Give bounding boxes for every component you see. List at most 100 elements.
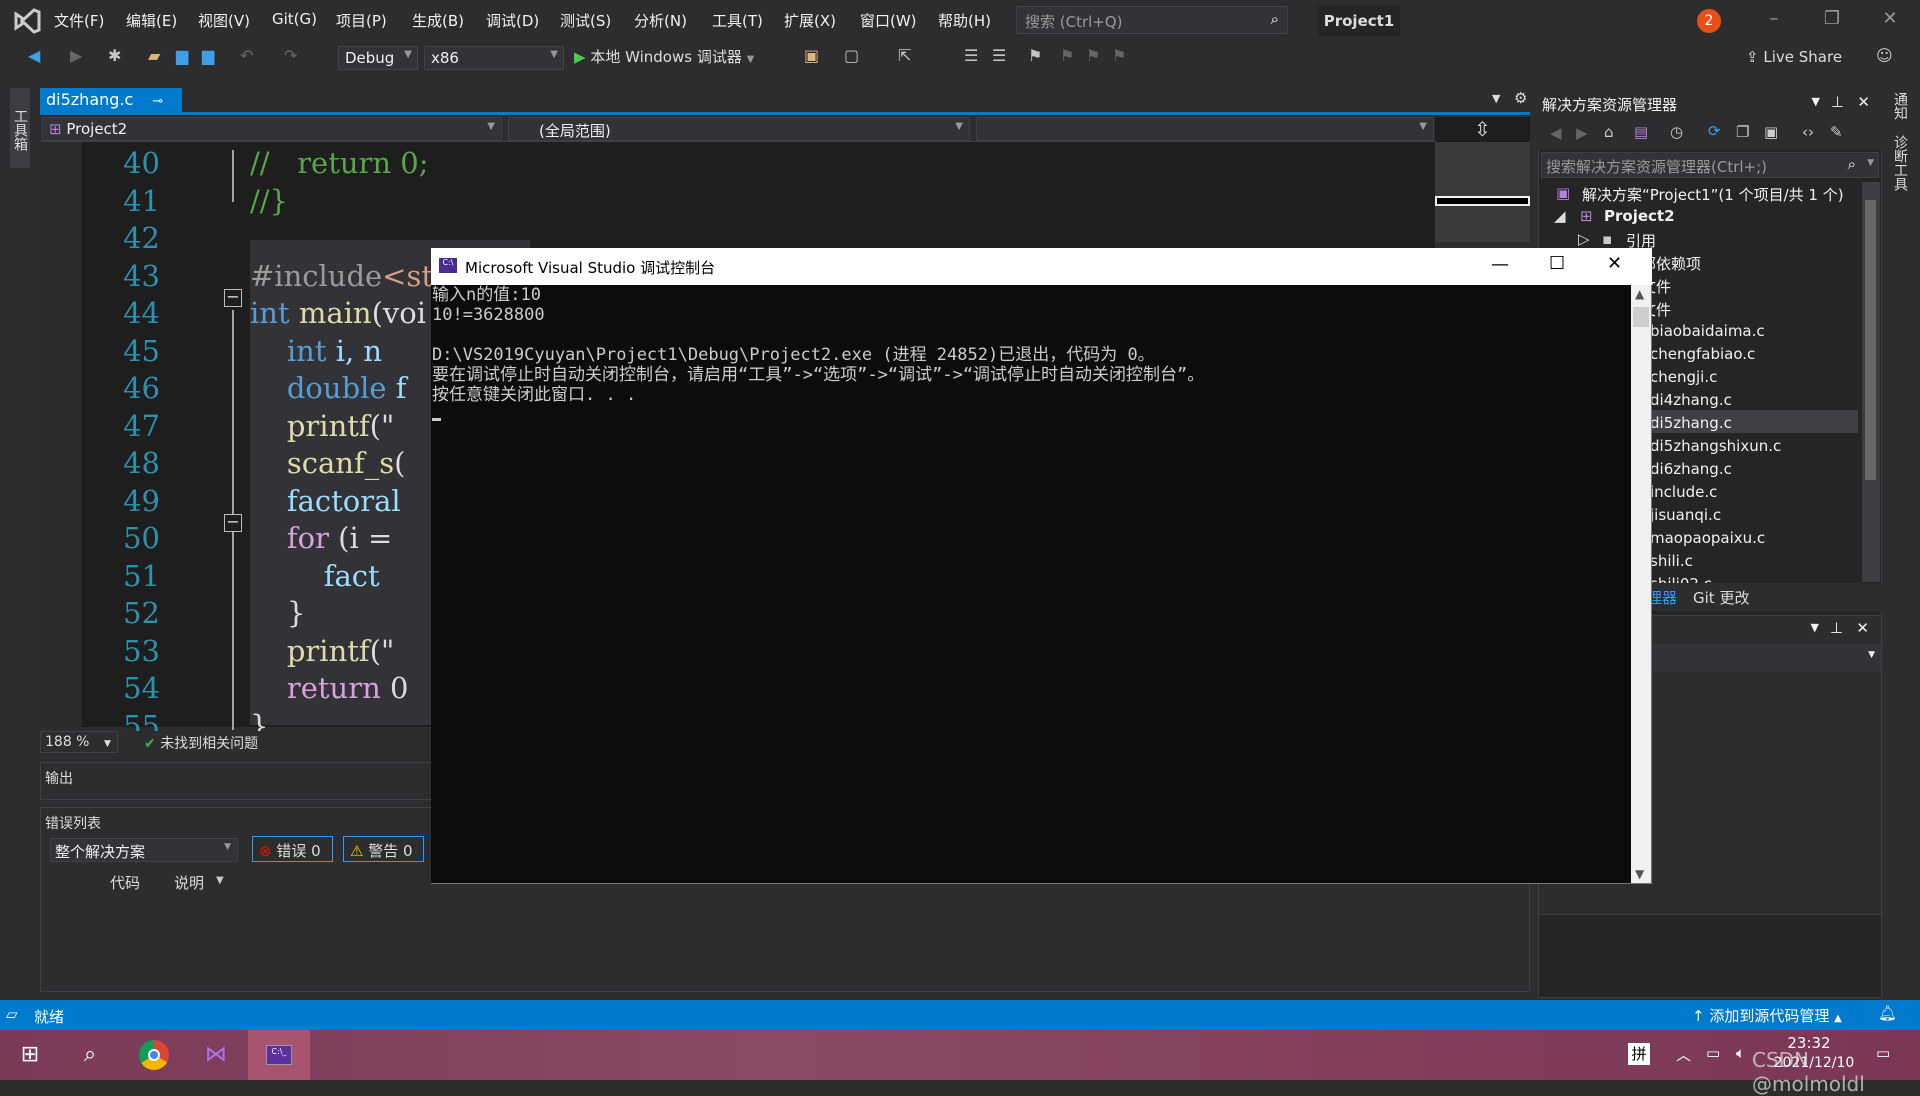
menu-item[interactable]: 分析(N) [634,10,687,31]
feedback-icon[interactable]: ☺ [1876,46,1893,68]
console-title-bar[interactable]: C:\ Microsoft Visual Studio 调试控制台 — ☐ ✕ [431,248,1652,285]
close-panel-icon[interactable]: ✕ [1857,93,1870,111]
member-dropdown[interactable]: ▼ [976,117,1434,141]
menu-item[interactable]: 窗口(W) [860,10,917,31]
collapse-icon[interactable]: − [224,289,242,307]
code-line[interactable]: return 0 [250,671,409,705]
gear-icon[interactable]: ⚙ [1514,89,1527,107]
menu-item[interactable]: 测试(S) [560,10,611,31]
pin-icon[interactable]: ⊸ [152,94,163,109]
action-center-icon[interactable]: ▭ [1876,1044,1890,1062]
uncomment-icon[interactable]: ☰ [992,46,1006,68]
collapse-icon[interactable]: − [224,514,242,532]
menu-item[interactable]: 视图(V) [198,10,250,31]
volume-icon[interactable]: 🔈︎ [1736,1044,1745,1062]
minimize-button[interactable]: – [1754,8,1794,34]
code-line[interactable]: int i, n [250,334,382,368]
tree-item[interactable]: jisuanqi.c [1650,506,1721,524]
code-line[interactable]: fact [250,559,380,593]
browse-icon[interactable]: ▢ [844,46,859,68]
start-debugging-button[interactable]: ▶ 本地 Windows 调试器 ▼ [574,46,754,68]
code-line[interactable]: printf(" [250,409,394,443]
redo-icon[interactable]: ↷ [284,46,297,68]
ime-indicator[interactable]: 拼 [1628,1043,1650,1065]
panel-menu-icon[interactable]: ▼ [1812,95,1820,108]
bell-icon[interactable]: 🔔︎ [1878,1004,1897,1022]
new-item-icon[interactable]: ✱ [108,46,121,68]
split-editor-button[interactable]: ⇳ [1435,117,1530,142]
code-line[interactable]: } [250,596,305,630]
search-icon[interactable]: ⌕ [60,1030,120,1080]
chevron-up-icon[interactable]: ︿ [1676,1044,1691,1065]
back-icon[interactable]: ◀ [1550,124,1562,142]
console-scroll-thumb[interactable] [1633,307,1649,327]
pin-icon[interactable]: ⊥ [1830,619,1843,637]
undo-icon[interactable]: ↶ [240,46,253,68]
scope-dropdown[interactable]: (全局范围) ▼ [508,117,970,141]
code-view-icon[interactable]: ‹› [1802,123,1814,141]
column-description[interactable]: 说明 [174,872,204,893]
notification-badge[interactable]: 2 [1697,9,1721,33]
tree-item[interactable]: biaobaidaima.c [1650,322,1765,340]
solution-explorer-search[interactable]: 搜索解决方案资源管理器(Ctrl+;) ⌕ ▼ [1541,152,1879,178]
switch-views-icon[interactable]: ▤ [1634,123,1648,141]
errors-filter-button[interactable]: ⊗ 错误 0 [252,836,333,862]
warnings-filter-button[interactable]: ⚠ 警告 0 [343,836,424,862]
code-line[interactable]: for (i = [250,521,392,555]
console-taskbar-icon[interactable]: C:\_ [248,1030,310,1080]
search-box[interactable]: 搜索 (Ctrl+Q) ⌕ [1016,6,1288,34]
scroll-down-icon[interactable]: ▼ [1635,867,1644,881]
console-scrollbar[interactable]: ▲ ▼ [1631,285,1651,883]
panel-menu-icon[interactable]: ▼ [1811,621,1819,634]
comment-icon[interactable]: ☰ [964,46,978,68]
forward-icon[interactable]: ▶ [1576,124,1588,142]
properties-wrench-icon[interactable]: ✎ [1830,123,1843,141]
windows-start-icon[interactable]: ⊞ [0,1030,60,1080]
back-icon[interactable]: ◀ [28,46,40,68]
forward-icon[interactable]: ▶ [70,46,82,68]
error-scope-dropdown[interactable]: 整个解决方案 ▼ [50,838,238,862]
console-minimize-button[interactable]: — [1491,254,1509,275]
tree-solution[interactable]: 解决方案“Project1”(1 个项目/共 1 个) [1582,184,1844,205]
open-folder-icon[interactable]: ▰ [148,46,160,68]
next-bookmark-icon[interactable]: ⚑ [1086,46,1100,68]
chrome-icon[interactable] [124,1030,184,1080]
code-line[interactable]: // return 0; [250,146,429,180]
console-close-button[interactable]: ✕ [1607,253,1622,274]
pin-icon[interactable]: ⊥ [1831,93,1844,111]
project-dropdown[interactable]: ⊞ Project2 ▼ [42,117,502,141]
console-output[interactable]: 输入n的值:10 10!=3628800 D:\VS2019Cyuyan\Proje… [431,285,1631,883]
tree-item[interactable]: maopaopaixu.c [1650,529,1765,547]
code-line[interactable]: #include<std [250,259,452,293]
minimap-viewport[interactable] [1435,196,1530,206]
bookmark-icon[interactable]: ⚑ [1028,46,1042,68]
code-line[interactable]: //} [250,184,288,218]
code-line[interactable]: scanf_s( [250,446,406,480]
menu-item[interactable]: 帮助(H) [938,10,991,31]
code-line[interactable]: printf(" [250,634,394,668]
tree-item[interactable]: shili.c [1650,552,1693,570]
restore-button[interactable]: ❐ [1812,8,1852,34]
select-icon[interactable]: ⇱ [898,46,911,68]
console-maximize-button[interactable]: ☐ [1549,253,1565,274]
tree-item[interactable]: include.c [1650,483,1717,501]
notifications-tab[interactable]: 通知 [1890,92,1910,120]
code-line[interactable]: double f [250,371,407,405]
tree-project[interactable]: Project2 [1604,207,1675,225]
tree-item[interactable]: di5zhangshixun.c [1650,437,1781,455]
menu-item[interactable]: 工具(T) [712,10,763,31]
sync-icon[interactable]: ⟳ [1708,122,1721,140]
collapse-all-icon[interactable]: ❐ [1736,123,1749,141]
zoom-dropdown[interactable]: 188 % ▼ [40,731,118,753]
menu-item[interactable]: 编辑(E) [126,10,177,31]
diagnostic-tools-tab[interactable]: 诊断工具 [1890,135,1910,191]
clear-bookmarks-icon[interactable]: ⚑ [1112,46,1126,68]
code-line[interactable]: int main(voi [250,296,426,330]
code-line[interactable]: factoral [250,484,401,518]
menu-item[interactable]: 文件(F) [54,10,104,31]
issues-indicator[interactable]: ✔ 未找到相关问题 [144,733,258,753]
menu-item[interactable]: 调试(D) [486,10,539,31]
tree-item[interactable]: chengji.c [1650,368,1717,386]
menu-item[interactable]: Git(G) [272,10,317,28]
scrollbar-thumb[interactable] [1865,200,1876,480]
